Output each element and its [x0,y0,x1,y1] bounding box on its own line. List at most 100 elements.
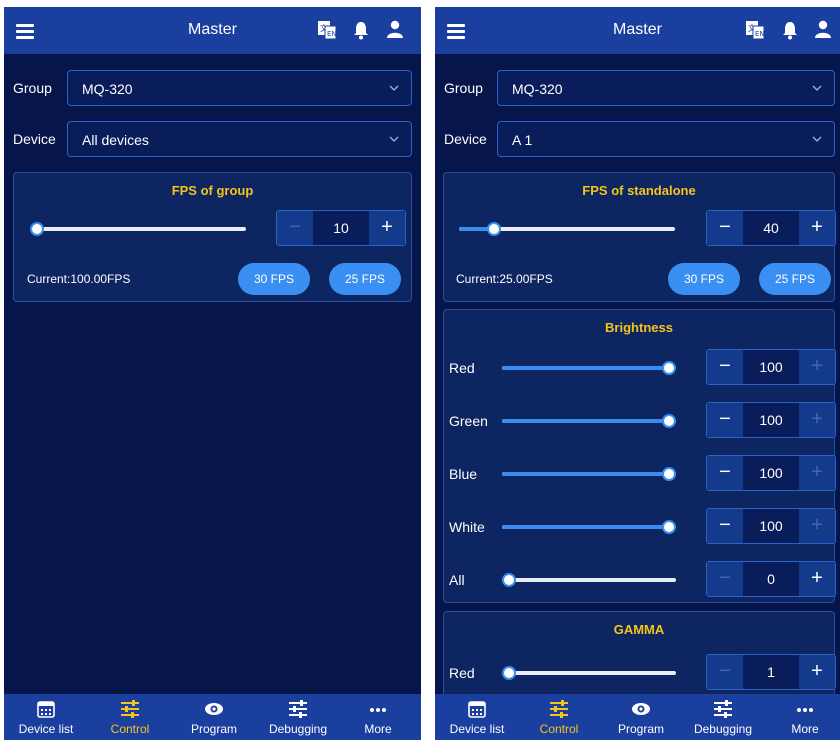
fps-standalone-panel: FPS of standalone − 40 + Current:25.00FP… [443,172,836,302]
device-select-value: A 1 [512,132,533,148]
slider-thumb[interactable] [486,222,501,236]
brightness-green-stepper: − 100 + [706,402,836,438]
increment-button[interactable]: + [799,211,835,245]
screen-group-control: Master 文 EN Group MQ-320 Device All devi… [4,7,421,740]
device-select[interactable]: A 1 [497,121,835,157]
brightness-red-slider[interactable] [502,361,676,375]
translate-icon[interactable]: 文 EN [745,20,765,40]
brightness-all-value[interactable]: 0 [743,571,799,587]
nav-program[interactable]: Program [601,694,681,740]
sliders-icon [121,700,139,718]
decrement-button[interactable]: − [707,211,743,245]
sliders-icon [714,700,732,718]
increment-button[interactable]: + [799,655,835,689]
nav-control[interactable]: Control [90,694,170,740]
brightness-green-value[interactable]: 100 [743,412,799,428]
nav-label: Program [617,722,664,736]
preset-30fps-button[interactable]: 30 FPS [668,263,740,295]
preset-25fps-button[interactable]: 25 FPS [759,263,831,295]
user-icon[interactable] [815,20,831,38]
gamma-red-slider[interactable] [502,666,676,680]
brightness-red-label: Red [449,360,475,376]
increment-button[interactable]: + [369,211,405,245]
group-select[interactable]: MQ-320 [67,70,412,106]
gamma-title: GAMMA [613,622,665,637]
preset-30fps-button[interactable]: 30 FPS [238,263,310,295]
brightness-blue-slider[interactable] [502,467,676,481]
decrement-button[interactable]: − [707,562,743,596]
fps-group-slider[interactable] [30,222,246,236]
increment-button[interactable]: + [799,350,835,384]
eye-icon [632,703,650,715]
group-label: Group [444,80,483,96]
current-fps: Current:25.00FPS [456,272,553,286]
nav-label: Debugging [693,722,753,736]
brightness-all-label: All [449,572,465,588]
slider-thumb[interactable] [662,520,676,534]
device-select[interactable]: All devices [67,121,412,157]
decrement-button[interactable]: − [707,403,743,437]
brightness-all-slider[interactable] [502,573,676,587]
decrement-button[interactable]: − [707,456,743,490]
sliders-icon [550,700,568,718]
sliders-icon [289,700,307,718]
chevron-down-icon [389,85,399,91]
bell-icon[interactable] [781,20,799,40]
brightness-title: Brightness [605,320,673,335]
nav-device-list[interactable]: Device list [6,694,86,740]
slider-thumb[interactable] [502,573,516,587]
fps-standalone-slider[interactable] [459,222,675,236]
preset-25fps-button[interactable]: 25 FPS [329,263,401,295]
nav-debugging[interactable]: Debugging [258,694,338,740]
decrement-button[interactable]: − [707,509,743,543]
brightness-blue-label: Blue [449,466,478,482]
increment-button[interactable]: + [799,562,835,596]
gamma-red-stepper: − 1 + [706,654,836,690]
user-icon[interactable] [387,20,403,38]
slider-thumb[interactable] [30,222,44,236]
increment-button[interactable]: + [799,456,835,490]
nav-label: Control [539,722,579,736]
translate-icon[interactable]: 文 EN [317,20,337,40]
slider-thumb[interactable] [502,666,516,680]
eye-icon [205,703,223,715]
nav-device-list[interactable]: Device list [437,694,517,740]
fps-standalone-title: FPS of standalone [582,183,696,198]
brightness-green-slider[interactable] [502,414,676,428]
nav-debugging[interactable]: Debugging [683,694,763,740]
device-label: Device [444,131,487,147]
bell-icon[interactable] [352,20,370,40]
decrement-button[interactable]: − [707,350,743,384]
brightness-red-stepper: − 100 + [706,349,836,385]
increment-button[interactable]: + [799,509,835,543]
chevron-down-icon [812,136,822,142]
brightness-white-stepper: − 100 + [706,508,836,544]
fps-standalone-value[interactable]: 40 [743,220,799,236]
brightness-red-value[interactable]: 100 [743,359,799,375]
brightness-white-slider[interactable] [502,520,676,534]
more-icon [797,708,813,712]
brightness-white-value[interactable]: 100 [743,518,799,534]
gamma-red-label: Red [449,665,475,681]
chevron-down-icon [389,136,399,142]
group-select[interactable]: MQ-320 [497,70,835,106]
nav-more[interactable]: More [765,694,840,740]
increment-button[interactable]: + [799,403,835,437]
nav-control[interactable]: Control [519,694,599,740]
nav-more[interactable]: More [338,694,418,740]
slider-thumb[interactable] [662,414,676,428]
fps-group-stepper: − 10 + [276,210,406,246]
nav-label: More [364,722,392,736]
chevron-down-icon [812,85,822,91]
decrement-button[interactable]: − [277,211,313,245]
nav-program[interactable]: Program [174,694,254,740]
slider-thumb[interactable] [662,467,676,481]
brightness-blue-value[interactable]: 100 [743,465,799,481]
top-bar: Master 文 EN [4,7,421,54]
gamma-red-value[interactable]: 1 [743,664,799,680]
slider-thumb[interactable] [662,361,676,375]
brightness-panel: Brightness Red − 100 + Green − 100 + Blu… [443,309,836,603]
decrement-button[interactable]: − [707,655,743,689]
fps-group-value[interactable]: 10 [313,220,369,236]
page-title: Master [613,21,662,38]
